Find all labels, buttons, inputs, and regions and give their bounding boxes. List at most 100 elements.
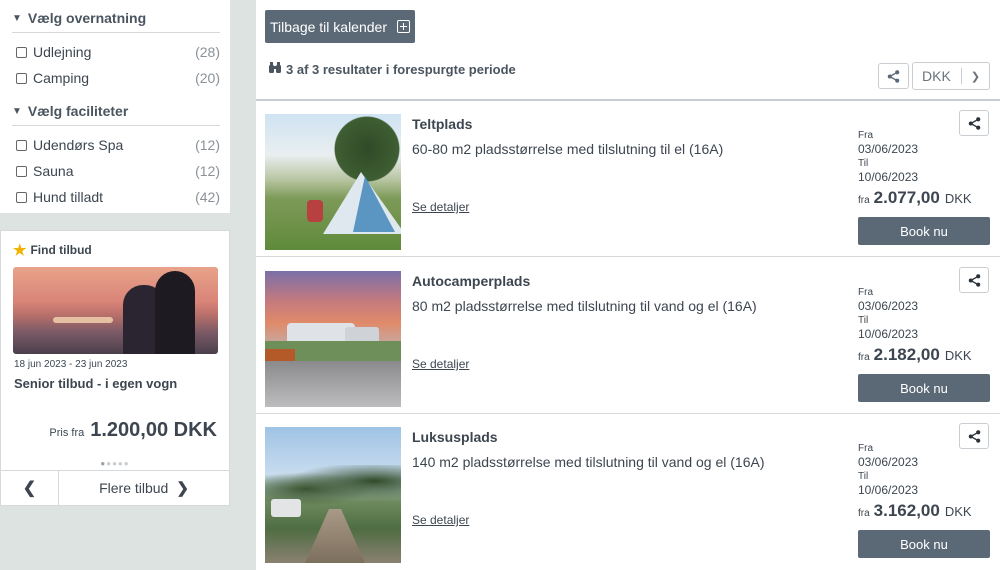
result-item: Autocamperplads 80 m2 pladsstørrelse med… — [256, 258, 1000, 414]
offer-title[interactable]: Senior tilbud - i egen vogn — [14, 376, 177, 391]
filter-item-label: Sauna — [33, 163, 74, 179]
filter-heading-accommodation[interactable]: ▼ Vælg overnatning — [12, 8, 220, 28]
offer-image[interactable] — [13, 267, 218, 354]
from-date: 03/06/2023 — [858, 455, 919, 469]
filter-item-spa[interactable]: Udendørs Spa (12) — [12, 132, 220, 158]
price-prefix: fra — [858, 195, 870, 206]
to-label: Til — [858, 158, 869, 169]
from-date: 03/06/2023 — [858, 299, 919, 313]
filter-item-count: (12) — [195, 163, 220, 179]
filter-item-udlejning[interactable]: Udlejning (28) — [12, 39, 220, 65]
back-button-label: Tilbage til kalender — [270, 18, 387, 35]
caret-down-icon: ▼ — [12, 105, 22, 117]
star-icon: ★ — [13, 242, 27, 259]
filter-item-count: (28) — [195, 44, 220, 60]
result-dates: Fra 03/06/2023 Til 10/06/2023 — [858, 129, 918, 185]
share-button[interactable] — [959, 423, 989, 449]
filter-item-count: (20) — [195, 70, 220, 86]
to-date: 10/06/2023 — [858, 170, 919, 184]
details-link[interactable]: Se detaljer — [412, 357, 469, 371]
offer-nav: ❮ Flere tilbud ❯ — [1, 470, 229, 505]
result-image[interactable] — [265, 114, 401, 250]
filter-heading-label: Vælg overnatning — [27, 10, 147, 26]
price-value: 2.077,00 — [873, 188, 940, 207]
share-button[interactable] — [959, 267, 989, 293]
filter-panel: ▼ Vælg overnatning Udlejning (28) Campin… — [0, 0, 230, 213]
share-icon — [968, 273, 980, 287]
from-date: 03/06/2023 — [858, 142, 919, 156]
share-button[interactable] — [878, 63, 909, 89]
share-icon — [968, 429, 980, 443]
checkbox[interactable] — [16, 72, 27, 84]
offer-card: ★ Find tilbud 18 jun 2023 - 23 jun 2023 … — [0, 230, 230, 506]
price-value: 1.200,00 DKK — [90, 419, 217, 441]
offer-heading-label: Find tilbud — [30, 243, 92, 257]
filter-item-label: Udlejning — [33, 44, 92, 60]
price-prefix: fra — [858, 352, 870, 363]
person-silhouette — [155, 271, 195, 354]
price-currency: DKK — [944, 191, 972, 206]
results-count-label: 3 af 3 resultater i forespurgte periode — [286, 62, 516, 77]
book-now-label: Book nu — [900, 223, 948, 239]
chair — [307, 200, 323, 222]
camper-photo — [265, 271, 401, 407]
filter-item-dog-allowed[interactable]: Hund tilladt (42) — [12, 184, 220, 210]
checkbox[interactable] — [16, 191, 27, 203]
offer-heading: ★ Find tilbud — [1, 231, 229, 259]
result-price: fra 2.182,00 DKK — [858, 345, 972, 365]
result-description: 80 m2 pladsstørrelse med tilslutning til… — [412, 298, 757, 314]
details-link[interactable]: Se detaljer — [412, 513, 469, 527]
price-value: 2.182,00 — [873, 345, 940, 364]
result-title[interactable]: Luksusplads — [412, 429, 498, 445]
plus-square-icon — [397, 20, 410, 33]
filter-item-camping[interactable]: Camping (20) — [12, 65, 220, 91]
book-now-button[interactable]: Book nu — [858, 374, 990, 402]
offer-dates: 18 jun 2023 - 23 jun 2023 — [14, 359, 128, 370]
price-currency: DKK — [944, 504, 972, 519]
filter-heading-label: Vælg faciliteter — [27, 103, 129, 119]
tent-shadow — [353, 176, 395, 232]
result-image[interactable] — [265, 271, 401, 407]
back-to-calendar-button[interactable]: Tilbage til kalender — [265, 10, 415, 43]
results-count: 3 af 3 resultater i forespurgte periode — [268, 62, 516, 77]
caret-down-icon: ▼ — [12, 12, 22, 24]
result-price: fra 3.162,00 DKK — [858, 501, 972, 521]
offer-price: Pris fra 1.200,00 DKK — [49, 419, 217, 442]
share-button[interactable] — [959, 110, 989, 136]
carousel-dots[interactable]: ●●●●● — [1, 459, 229, 468]
to-date: 10/06/2023 — [858, 483, 919, 497]
price-prefix: fra — [858, 508, 870, 519]
filter-item-label: Hund tilladt — [33, 189, 104, 205]
prev-offer-button[interactable]: ❮ — [1, 471, 59, 505]
caravan — [271, 499, 301, 517]
price-currency: DKK — [944, 348, 972, 363]
result-price: fra 2.077,00 DKK — [858, 188, 972, 208]
checkbox[interactable] — [16, 139, 27, 151]
divider — [12, 32, 220, 33]
currency-select[interactable]: DKK ❯ — [912, 62, 990, 90]
to-date: 10/06/2023 — [858, 327, 919, 341]
book-now-button[interactable]: Book nu — [858, 217, 990, 245]
more-offers-button[interactable]: Flere tilbud ❯ — [59, 471, 229, 505]
from-label: Fra — [858, 130, 873, 141]
book-now-label: Book nu — [900, 380, 948, 396]
filter-heading-facilities[interactable]: ▼ Vælg faciliteter — [12, 101, 220, 121]
results-panel: Tilbage til kalender 3 af 3 resultater i… — [256, 0, 1000, 570]
checkbox[interactable] — [16, 46, 27, 58]
filter-item-count: (12) — [195, 137, 220, 153]
checkbox[interactable] — [16, 165, 27, 177]
divider — [12, 125, 220, 126]
result-title[interactable]: Autocamperplads — [412, 273, 530, 289]
book-now-button[interactable]: Book nu — [858, 530, 990, 558]
price-value: 3.162,00 — [873, 501, 940, 520]
filter-item-sauna[interactable]: Sauna (12) — [12, 158, 220, 184]
from-label: Fra — [858, 443, 873, 454]
result-description: 60-80 m2 pladsstørrelse med tilslutning … — [412, 141, 724, 157]
details-link[interactable]: Se detaljer — [412, 200, 469, 214]
path — [305, 509, 365, 563]
filter-item-label: Udendørs Spa — [33, 137, 124, 153]
result-item: Teltplads 60-80 m2 pladsstørrelse med ti… — [256, 101, 1000, 257]
currency-value: DKK — [922, 68, 951, 84]
result-image[interactable] — [265, 427, 401, 563]
result-title[interactable]: Teltplads — [412, 116, 472, 132]
